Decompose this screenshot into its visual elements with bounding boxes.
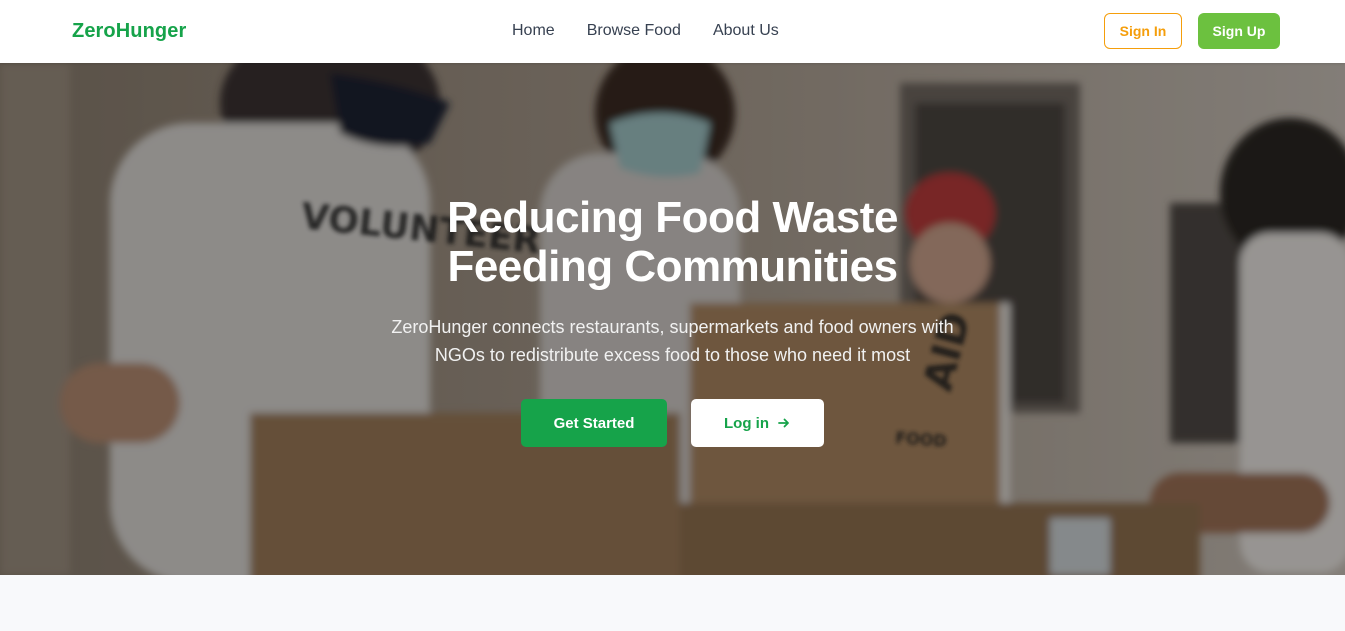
logo[interactable]: ZeroHunger: [72, 20, 186, 43]
hero-subtitle-line-1: ZeroHunger connects restaurants, superma…: [391, 317, 954, 337]
log-in-button[interactable]: Log in: [691, 399, 824, 447]
hero-subtitle-line-2: NGOs to redistribute excess food to thos…: [434, 345, 911, 365]
hero-title-line-2: Feeding Communities: [447, 242, 898, 291]
hero-title-line-1: Reducing Food Waste: [447, 193, 898, 242]
hero-section: VOLUNTEER AID FOOD Reducing Food Waste F…: [0, 63, 1345, 575]
hero-subtitle: ZeroHunger connects restaurants, superma…: [0, 313, 1345, 369]
arrow-right-icon: [778, 418, 789, 428]
nav-link-browse-food[interactable]: Browse Food: [587, 22, 681, 40]
nav-link-about-us[interactable]: About Us: [713, 22, 779, 40]
hero-content: Reducing Food Waste Feeding Communities …: [0, 63, 1345, 575]
nav-link-home[interactable]: Home: [512, 22, 555, 40]
top-navbar: ZeroHunger Home Browse Food About Us Sig…: [0, 0, 1345, 63]
get-started-button[interactable]: Get Started: [521, 399, 667, 447]
next-section: [0, 575, 1345, 631]
sign-up-button[interactable]: Sign Up: [1198, 13, 1280, 49]
sign-in-button[interactable]: Sign In: [1104, 13, 1182, 49]
log-in-label: Log in: [724, 414, 769, 432]
nav-links: Home Browse Food About Us: [512, 22, 779, 40]
hero-title: Reducing Food Waste Feeding Communities: [0, 193, 1345, 291]
